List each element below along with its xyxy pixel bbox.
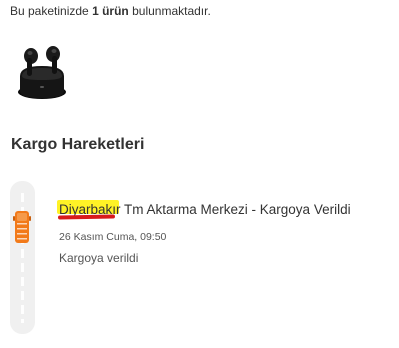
red-underline-marker [57, 214, 116, 220]
truck-icon [13, 211, 31, 243]
tracking-timeline [10, 181, 35, 334]
package-count-suffix: bulunmaktadır. [132, 4, 211, 18]
package-count-prefix: Bu paketinizde [10, 4, 89, 18]
tracking-event-date: 26 Kasım Cuma, 09:50 [59, 231, 167, 243]
tracking-event-status: Kargoya verildi [59, 251, 139, 265]
product-image[interactable] [12, 36, 72, 106]
tracking-event-title: Diyarbakır Tm Aktarma Merkezi - Kargoya … [57, 200, 394, 220]
package-item-count-text: Bu paketinizde 1 ürün bulunmaktadır. [10, 4, 211, 18]
tracking-event: Diyarbakır Tm Aktarma Merkezi - Kargoya … [57, 200, 394, 265]
package-count-value: 1 ürün [92, 4, 129, 18]
earbuds-case-icon [18, 46, 66, 99]
section-title: Kargo Hareketleri [11, 136, 145, 153]
